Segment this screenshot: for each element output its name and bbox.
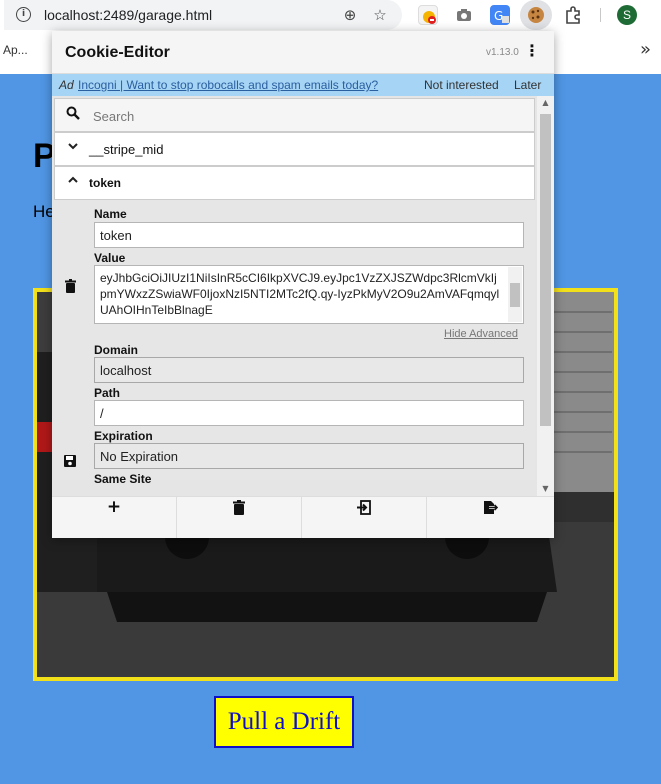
address-bar[interactable]: i localhost:2489/garage.html ⊕ ☆ bbox=[4, 0, 402, 30]
samesite-label: Same Site bbox=[94, 472, 152, 486]
ad-later-button[interactable]: Later bbox=[514, 78, 541, 92]
delete-cookie-icon[interactable] bbox=[64, 279, 77, 297]
ad-banner: Ad Incogni | Want to stop robocalls and … bbox=[52, 74, 554, 96]
ad-tag: Ad bbox=[59, 78, 74, 92]
value-text: eyJhbGciOiJIUzI1NiIsInR5cCI6IkpXVCJ9.eyJ… bbox=[100, 271, 500, 317]
browser-toolbar: i localhost:2489/garage.html ⊕ ☆ G S bbox=[0, 0, 661, 30]
value-label: Value bbox=[94, 251, 126, 265]
add-cookie-button[interactable]: + bbox=[52, 497, 177, 538]
value-scrollbar[interactable] bbox=[508, 267, 522, 322]
popup-scrollbar[interactable]: ▲ ▼ bbox=[537, 96, 554, 496]
extensions-puzzle-icon[interactable] bbox=[563, 5, 583, 25]
extension-icon-pineapple[interactable] bbox=[418, 5, 438, 25]
save-icon[interactable] bbox=[64, 455, 76, 471]
pull-a-drift-button[interactable]: Pull a Drift bbox=[214, 696, 354, 748]
hide-advanced-link[interactable]: Hide Advanced bbox=[444, 328, 518, 340]
camera-extension-icon[interactable] bbox=[454, 5, 474, 25]
scroll-up-icon[interactable]: ▲ bbox=[540, 98, 551, 107]
bookmark-apps[interactable]: Ap... bbox=[3, 43, 28, 57]
more-menu-icon[interactable]: ⋮ bbox=[524, 41, 540, 60]
scroll-down-icon[interactable]: ▼ bbox=[540, 484, 551, 493]
cookie-name: __stripe_mid bbox=[89, 142, 164, 157]
cookie-row-stripe-mid[interactable]: __stripe_mid bbox=[54, 132, 535, 166]
export-button[interactable] bbox=[427, 497, 552, 538]
export-icon bbox=[483, 500, 498, 514]
ad-link[interactable]: Incogni | Want to stop robocalls and spa… bbox=[78, 78, 378, 92]
trash-icon bbox=[233, 499, 245, 515]
translate-extension-icon[interactable]: G bbox=[490, 5, 510, 25]
cookie-list: __stripe_mid token Name token Value eyJh… bbox=[52, 96, 554, 496]
expiration-field[interactable]: No Expiration bbox=[94, 443, 524, 469]
popup-footer: + bbox=[52, 496, 554, 538]
popup-scroll-thumb[interactable] bbox=[540, 114, 551, 426]
cookie-name: token bbox=[89, 176, 122, 190]
profile-avatar[interactable]: S bbox=[617, 5, 637, 25]
search-icon bbox=[66, 106, 80, 124]
domain-label: Domain bbox=[94, 343, 139, 357]
bookmark-star-icon[interactable]: ☆ bbox=[370, 5, 390, 25]
popup-title: Cookie-Editor bbox=[65, 44, 170, 61]
cookie-editor-extension-button[interactable] bbox=[520, 0, 552, 30]
delete-all-button[interactable] bbox=[177, 497, 302, 538]
name-label: Name bbox=[94, 207, 127, 221]
site-info-icon[interactable]: i bbox=[16, 7, 31, 22]
svg-text:G: G bbox=[494, 9, 503, 23]
ad-not-interested-button[interactable]: Not interested bbox=[424, 78, 499, 92]
url-text[interactable]: localhost:2489/garage.html bbox=[44, 7, 212, 23]
zoom-icon[interactable]: ⊕ bbox=[340, 5, 360, 25]
cookie-details: Name token Value eyJhbGciOiJIUzI1NiIsInR… bbox=[54, 200, 535, 486]
domain-field[interactable]: localhost bbox=[94, 357, 524, 383]
cookie-editor-popup: Cookie-Editor v1.13.0 ⋮ Ad Incogni | Wan… bbox=[52, 31, 554, 538]
popup-header: Cookie-Editor v1.13.0 ⋮ bbox=[52, 31, 554, 74]
name-field[interactable]: token bbox=[94, 222, 524, 248]
chevron-down-icon bbox=[68, 141, 78, 154]
search-input[interactable] bbox=[93, 106, 513, 126]
import-button[interactable] bbox=[302, 497, 427, 538]
value-scroll-thumb[interactable] bbox=[510, 283, 520, 307]
expiration-label: Expiration bbox=[94, 429, 153, 443]
path-field[interactable]: / bbox=[94, 400, 524, 426]
version-label: v1.13.0 bbox=[486, 47, 519, 58]
value-field[interactable]: eyJhbGciOiJIUzI1NiIsInR5cCI6IkpXVCJ9.eyJ… bbox=[94, 265, 524, 324]
path-label: Path bbox=[94, 386, 121, 400]
import-icon bbox=[357, 499, 371, 515]
bookmarks-more-icon[interactable]: » bbox=[640, 39, 651, 60]
toolbar-separator bbox=[600, 8, 601, 22]
chevron-up-icon bbox=[68, 175, 78, 188]
search-row bbox=[54, 98, 535, 132]
cookie-row-token[interactable]: token bbox=[54, 166, 535, 200]
